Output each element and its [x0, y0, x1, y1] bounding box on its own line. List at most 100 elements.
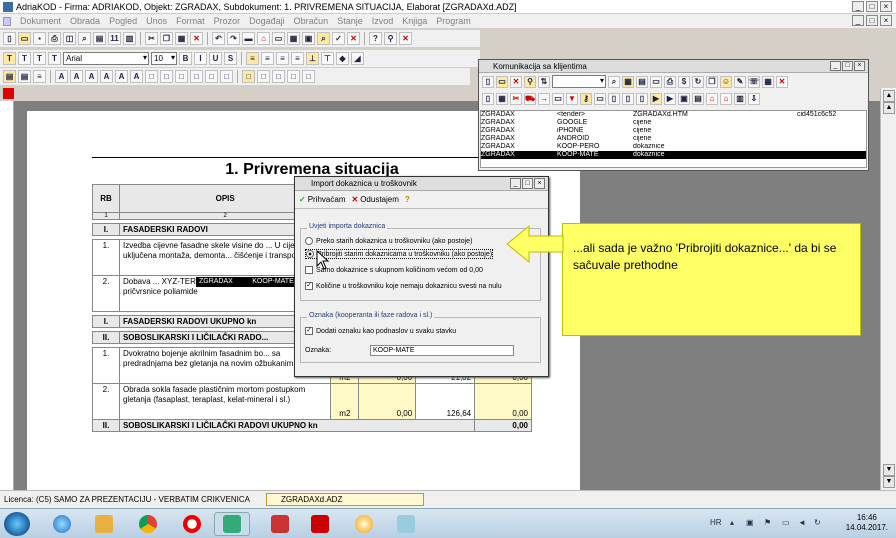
table-row[interactable]: II. SOBOSLIKARSKI I LIĈILAĈKI RADOVI UKU…	[92, 419, 532, 432]
box-6-icon[interactable]: □	[220, 70, 233, 83]
columns-icon[interactable]: ▥	[123, 32, 136, 45]
text-style-2-icon[interactable]: T	[18, 52, 31, 65]
pin-icon[interactable]: ⚲	[384, 32, 397, 45]
italic-icon[interactable]: I	[194, 52, 207, 65]
search-icon[interactable]: ⌕	[317, 32, 330, 45]
table-icon[interactable]: ▭	[272, 32, 285, 45]
menu-dokument[interactable]: Dokument	[20, 16, 61, 26]
menu-unos[interactable]: Unos	[146, 16, 167, 26]
menu-format[interactable]: Format	[176, 16, 205, 26]
list-icon[interactable]: ▤	[636, 75, 648, 88]
flag-icon[interactable]: ⚑	[764, 518, 771, 527]
box-8-icon[interactable]: □	[257, 70, 270, 83]
table-icon[interactable]: ▦	[496, 92, 508, 105]
adriakod-icon[interactable]	[214, 512, 250, 536]
number-icon[interactable]: 11	[108, 32, 121, 45]
home-icon[interactable]: ⌂	[706, 92, 718, 105]
vertical-scrollbar[interactable]: ▲ ▲ ▼ ▼	[880, 88, 896, 490]
box-2-icon[interactable]: □	[160, 70, 173, 83]
ie-icon[interactable]	[44, 512, 80, 536]
doc-minimize-button[interactable]: _	[852, 15, 864, 26]
option-add[interactable]: Pribrojiti starim dokaznicama u troškovn…	[305, 249, 494, 259]
card-icon[interactable]: ▭	[650, 75, 662, 88]
font-combo[interactable]: Arial	[63, 52, 149, 65]
text-style-3-icon[interactable]: T	[33, 52, 46, 65]
grid-icon[interactable]: ▦	[287, 32, 300, 45]
menu-stanje[interactable]: Stanje	[337, 16, 363, 26]
menu-knjiga[interactable]: Knjiga	[402, 16, 427, 26]
comm-list[interactable]: ZGRADAX <tender> ZGRADAXd.HTM cid451c6c52 Z…	[480, 110, 867, 168]
comm-minimize-button[interactable]: _	[830, 61, 841, 71]
font-a3-icon[interactable]: A	[85, 70, 98, 83]
align-right-icon[interactable]: ≡	[276, 52, 289, 65]
import-icon[interactable]: ▶	[664, 92, 676, 105]
cancel-button[interactable]: ✕ Odustajem	[352, 195, 399, 204]
menu-pogled[interactable]: Pogled	[109, 16, 137, 26]
clock[interactable]: 16:46 14.04.2017.	[846, 513, 888, 533]
box-10-icon[interactable]: □	[287, 70, 300, 83]
strikethrough-icon[interactable]: S	[224, 52, 237, 65]
app-z-icon[interactable]	[262, 512, 298, 536]
box-3-icon[interactable]: □	[175, 70, 188, 83]
key-icon[interactable]: ⚷	[580, 92, 592, 105]
calculator-icon[interactable]: ▣	[302, 32, 315, 45]
volume-icon[interactable]: ◄	[798, 518, 806, 527]
users-icon[interactable]: ☺	[720, 75, 732, 88]
option-only-positive[interactable]: Samo dokaznice s ukupnom količinom većom…	[305, 266, 483, 274]
text-style-4-icon[interactable]: T	[48, 52, 61, 65]
table-row[interactable]: 2. Obrada sokla fasade plastiĉnim mortom…	[92, 383, 532, 420]
exit-icon[interactable]: ✕	[399, 32, 412, 45]
save-icon[interactable]: ▪	[33, 32, 46, 45]
scroll-bottom-icon[interactable]: ▼	[883, 476, 895, 488]
align-left-icon[interactable]: ≡	[246, 52, 259, 65]
font-a-icon[interactable]: A	[55, 70, 68, 83]
chrome-icon[interactable]	[130, 512, 166, 536]
chart-icon[interactable]: ▥	[734, 92, 746, 105]
doc-close-button[interactable]: ×	[880, 15, 892, 26]
style-icon[interactable]: ▤	[3, 70, 16, 83]
cut-icon[interactable]: ✂	[510, 92, 522, 105]
checkbox-add-label[interactable]: ✓	[305, 327, 313, 335]
box-7-icon[interactable]: □	[242, 70, 255, 83]
zoom-icon[interactable]: ⌕	[78, 32, 91, 45]
doc-restore-button[interactable]: □	[866, 15, 878, 26]
media-icon[interactable]	[86, 512, 122, 536]
grid-icon[interactable]: ▦	[622, 75, 634, 88]
comm-maximize-button[interactable]: □	[842, 61, 853, 71]
insert-row-icon[interactable]: ▬	[242, 32, 255, 45]
list-item-selected[interactable]: ZGRADAX KOOP-MATE dokaznice	[481, 151, 866, 159]
option-overwrite[interactable]: Preko starih dokaznica u troškovniku (ak…	[305, 237, 472, 245]
truck-icon[interactable]: ⛟	[524, 92, 536, 105]
close-button[interactable]: ×	[880, 1, 892, 12]
page-3-icon[interactable]: ▯	[636, 92, 648, 105]
sync-icon[interactable]: ↻	[814, 518, 821, 527]
open-icon[interactable]: ▭	[496, 75, 508, 88]
arrow-icon[interactable]: →	[538, 92, 550, 105]
stamp-icon[interactable]: ▣	[678, 92, 690, 105]
accept-button[interactable]: ✓ Prihvaćam	[299, 195, 346, 204]
radio-overwrite[interactable]	[305, 237, 313, 245]
box-4-icon[interactable]: □	[190, 70, 203, 83]
redo-icon[interactable]: ↷	[227, 32, 240, 45]
eraser-icon[interactable]: ◢	[351, 52, 364, 65]
money-icon[interactable]: $	[678, 75, 690, 88]
new-icon[interactable]: ▯	[482, 75, 494, 88]
menu-dogadaji[interactable]: Događaji	[249, 16, 285, 26]
menu-obrada[interactable]: Obrada	[70, 16, 100, 26]
menu-obracun[interactable]: Obračun	[294, 16, 329, 26]
print-icon[interactable]: ⎙	[664, 75, 676, 88]
maximize-button[interactable]: □	[866, 1, 878, 12]
text-style-icon[interactable]: T	[3, 52, 16, 65]
page-icon[interactable]: ▯	[608, 92, 620, 105]
home-icon[interactable]: ⌂	[257, 32, 270, 45]
list-item[interactable]: ZGRADAX GOOGLE cijene	[481, 119, 866, 127]
refresh-icon[interactable]: ↻	[692, 75, 704, 88]
help-button[interactable]: ?	[405, 195, 410, 204]
language-indicator[interactable]: HR	[710, 518, 722, 527]
dialog-maximize-button[interactable]: □	[522, 178, 533, 189]
filter-icon[interactable]: ⚲	[524, 75, 536, 88]
delete-icon[interactable]: ✕	[190, 32, 203, 45]
color-icon[interactable]: ◆	[336, 52, 349, 65]
copy-icon[interactable]: ❐	[706, 75, 718, 88]
font-a5-icon[interactable]: A	[115, 70, 128, 83]
